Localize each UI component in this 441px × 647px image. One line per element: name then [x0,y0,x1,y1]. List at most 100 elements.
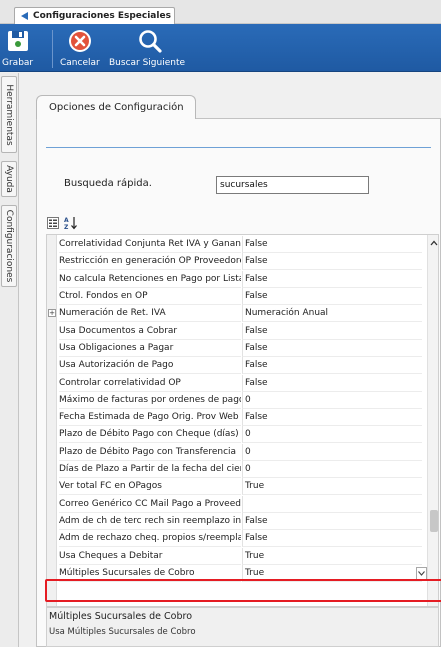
property-row[interactable]: + Numeración de Ret. IVA Numeración Anual [47,305,427,323]
property-row[interactable]: Restricción en generación OP Proveedores… [47,253,427,271]
property-value[interactable]: False [242,357,422,375]
property-row[interactable]: Ver total FC en OPagos True [47,478,427,496]
property-row[interactable]: Plazo de Débito Pago con Cheque (días) 0 [47,426,427,444]
cancel-label: Cancelar [60,58,100,68]
property-name: Ver total FC en OPagos [59,478,241,496]
section-divider [46,147,431,148]
property-value[interactable]: False [242,322,422,340]
property-value[interactable] [242,495,422,513]
side-tab-label: Ayuda [4,165,14,193]
property-name: Días de Plazo a Partir de la fecha del c… [59,461,241,479]
property-value[interactable]: False [242,288,422,306]
property-value[interactable]: 0 [242,391,422,409]
property-description-panel: Múltiples Sucursales de Cobro Usa Múltip… [46,607,439,647]
property-name: Correo Genérico CC Mail Pago a Proveedor… [59,496,241,513]
cancel-icon [66,27,94,55]
property-value[interactable]: 0 [242,443,422,461]
chevron-down-icon [418,570,425,576]
side-tab-label: Herramientas [4,83,14,146]
search-icon [136,27,164,55]
side-tab-herramientas[interactable]: Herramientas [1,76,17,153]
property-row[interactable]: Correlatividad Conjunta Ret IVA y Gananc… [47,236,427,254]
tab-opciones-configuracion[interactable]: Opciones de Configuración [36,95,196,119]
property-value[interactable]: Numeración Anual [242,305,422,323]
property-name: Múltiples Sucursales de Cobro [59,565,241,582]
property-row[interactable]: Controlar correlatividad OP False [47,374,427,392]
property-value[interactable]: 0 [242,426,422,444]
property-name: Adm de ch de terc rech sin reemplazo in [59,513,241,530]
property-value[interactable]: True [242,564,422,582]
property-row[interactable]: Usa Obligaciones a Pagar False [47,339,427,357]
property-value[interactable]: True [242,478,422,496]
property-row[interactable]: Múltiples Sucursales de Cobro True [47,564,427,582]
scrollbar-thumb[interactable] [430,510,438,532]
document-tab-strip: Configuraciones Especiales [0,0,441,24]
save-button[interactable]: Grabar [2,27,33,71]
property-row[interactable]: Plazo de Débito Pago con Transferencia 0 [47,443,427,461]
property-name: Plazo de Débito Pago con Transferencia [59,444,241,461]
value-dropdown-button[interactable] [416,566,427,580]
description-text: Usa Múltiples Sucursales de Cobro [49,627,196,637]
property-value[interactable]: False [242,339,422,357]
scroll-up-icon[interactable] [429,238,438,248]
save-label: Grabar [2,58,34,68]
side-tab-label: Configuraciones [4,209,14,283]
document-tab[interactable]: Configuraciones Especiales [14,7,175,24]
app-arrow-icon [19,11,29,21]
property-row[interactable]: Usa Documentos a Cobrar False [47,322,427,340]
side-tab-ayuda[interactable]: Ayuda [1,161,17,197]
property-name: Numeración de Ret. IVA [59,305,241,323]
property-name: No calcula Retenciones en Pago por Lista [59,271,241,288]
property-value[interactable]: False [242,512,422,530]
property-name: Usa Autorización de Pago [59,357,241,375]
property-name: Correlatividad Conjunta Ret IVA y Gananc… [59,236,241,254]
svg-text:Z: Z [64,224,69,230]
expand-icon[interactable]: + [48,309,56,318]
property-name: Ctrol. Fondos en OP [59,288,241,306]
cancel-button[interactable]: Cancelar [60,27,100,71]
find-next-button[interactable]: Buscar Siguiente [109,27,185,71]
property-name: Plazo de Débito Pago con Cheque (días) [59,426,241,444]
quick-search-label: Busqueda rápida. [64,178,152,189]
sort-alphabetical-icon[interactable]: A Z [64,216,78,230]
save-icon [4,27,32,55]
property-row[interactable]: Usa Cheques a Debitar True [47,547,427,565]
property-name: Restricción en generación OP Proveedores [59,253,241,271]
document-tab-label: Configuraciones Especiales [33,11,171,21]
property-row[interactable]: Usa Autorización de Pago False [47,357,427,375]
property-value[interactable]: False [242,409,422,427]
svg-text:A: A [64,217,69,224]
property-row[interactable]: Correo Genérico CC Mail Pago a Proveedor… [47,495,427,513]
main-panel: Opciones de Configuración Busqueda rápid… [20,73,441,647]
vertical-scrollbar[interactable] [427,235,438,606]
property-name: Máximo de facturas por ordenes de pago [59,392,241,409]
property-row[interactable]: Fecha Estimada de Pago Orig. Prov Web Fal… [47,409,427,427]
toolbar-separator [52,30,53,68]
property-name: Fecha Estimada de Pago Orig. Prov Web [59,409,241,427]
property-name: Controlar correlatividad OP [59,375,241,392]
property-value[interactable]: False [242,530,422,548]
property-grid-toolbar: A Z [46,214,86,232]
property-row[interactable]: No calcula Retenciones en Pago por Lista… [47,270,427,288]
categorized-view-icon[interactable] [46,216,60,230]
property-value[interactable]: True [242,547,422,565]
section-tab-label: Opciones de Configuración [49,102,184,113]
property-value[interactable]: False [242,374,422,392]
property-grid: Correlatividad Conjunta Ret IVA y Gananc… [46,234,439,607]
property-name: Usa Cheques a Debitar [59,548,241,565]
quick-search-input[interactable] [216,176,369,194]
property-row[interactable]: Adm de ch de terc rech sin reemplazo in F… [47,512,427,530]
find-next-label: Buscar Siguiente [109,58,186,68]
property-row[interactable]: Máximo de facturas por ordenes de pago 0 [47,391,427,409]
property-value[interactable]: 0 [242,461,422,479]
property-name: Adm de rechazo cheq. propios s/reemplazo [59,530,241,548]
property-row[interactable]: Adm de rechazo cheq. propios s/reemplazo… [47,530,427,548]
property-value[interactable]: False [242,236,422,254]
property-row[interactable]: Días de Plazo a Partir de la fecha del c… [47,461,427,479]
property-name: Usa Documentos a Cobrar [59,323,241,340]
side-tab-configuraciones[interactable]: Configuraciones [1,205,17,287]
property-name: Usa Obligaciones a Pagar [59,340,241,357]
property-value[interactable]: False [242,270,422,288]
property-row[interactable]: Ctrol. Fondos en OP False [47,288,427,306]
property-value[interactable]: False [242,253,422,271]
